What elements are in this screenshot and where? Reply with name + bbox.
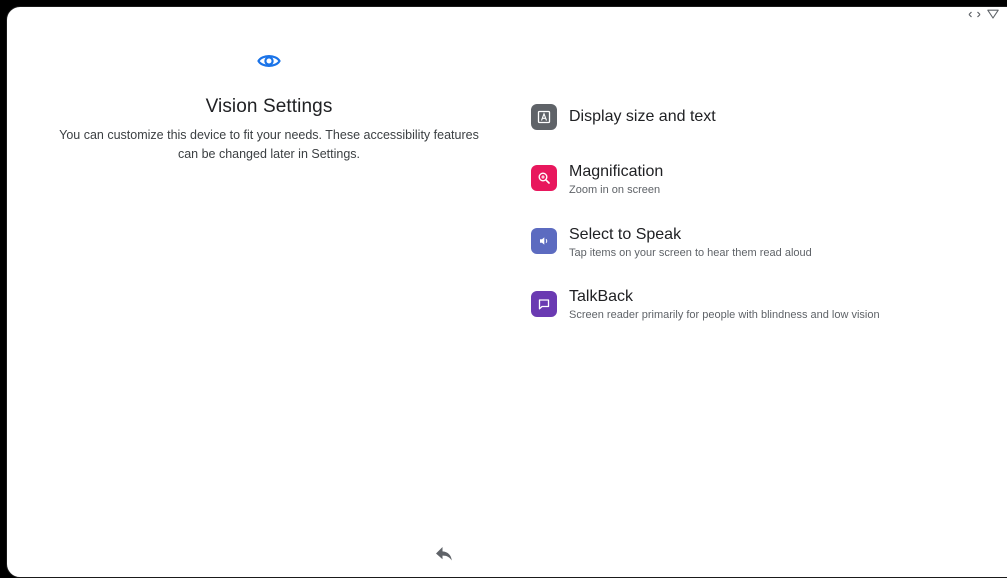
option-title: Display size and text bbox=[569, 108, 716, 125]
option-talkback[interactable]: TalkBack Screen reader primarily for peo… bbox=[531, 284, 1001, 332]
option-title: Select to Speak bbox=[569, 226, 682, 243]
back-button[interactable] bbox=[432, 546, 456, 566]
option-summary: Zoom in on screen bbox=[569, 184, 661, 196]
back-arrow-icon bbox=[435, 546, 453, 567]
speaker-icon bbox=[531, 228, 557, 254]
vision-options-list: Display size and text Magnification Zoom… bbox=[531, 7, 1001, 577]
option-magnification[interactable]: Magnification Zoom in on screen bbox=[531, 159, 1001, 207]
option-title: Magnification bbox=[569, 163, 664, 180]
chat-bubble-icon bbox=[531, 291, 557, 317]
header-pane: Vision Settings You can customize this d… bbox=[7, 7, 531, 577]
option-display-size-and-text[interactable]: Display size and text bbox=[531, 104, 1001, 152]
option-title: TalkBack bbox=[569, 288, 634, 305]
option-summary: Screen reader primarily for people with … bbox=[569, 309, 880, 321]
option-select-to-speak[interactable]: Select to Speak Tap items on your screen… bbox=[531, 222, 1001, 270]
magnify-icon bbox=[531, 165, 557, 191]
device-screen: Vision Settings You can customize this d… bbox=[6, 6, 1007, 578]
page-title: Vision Settings bbox=[205, 96, 333, 117]
page-description: You can customize this device to fit you… bbox=[59, 128, 479, 161]
text-size-icon bbox=[531, 104, 557, 130]
option-summary: Tap items on your screen to hear them re… bbox=[569, 247, 812, 259]
eye-icon bbox=[257, 52, 281, 70]
